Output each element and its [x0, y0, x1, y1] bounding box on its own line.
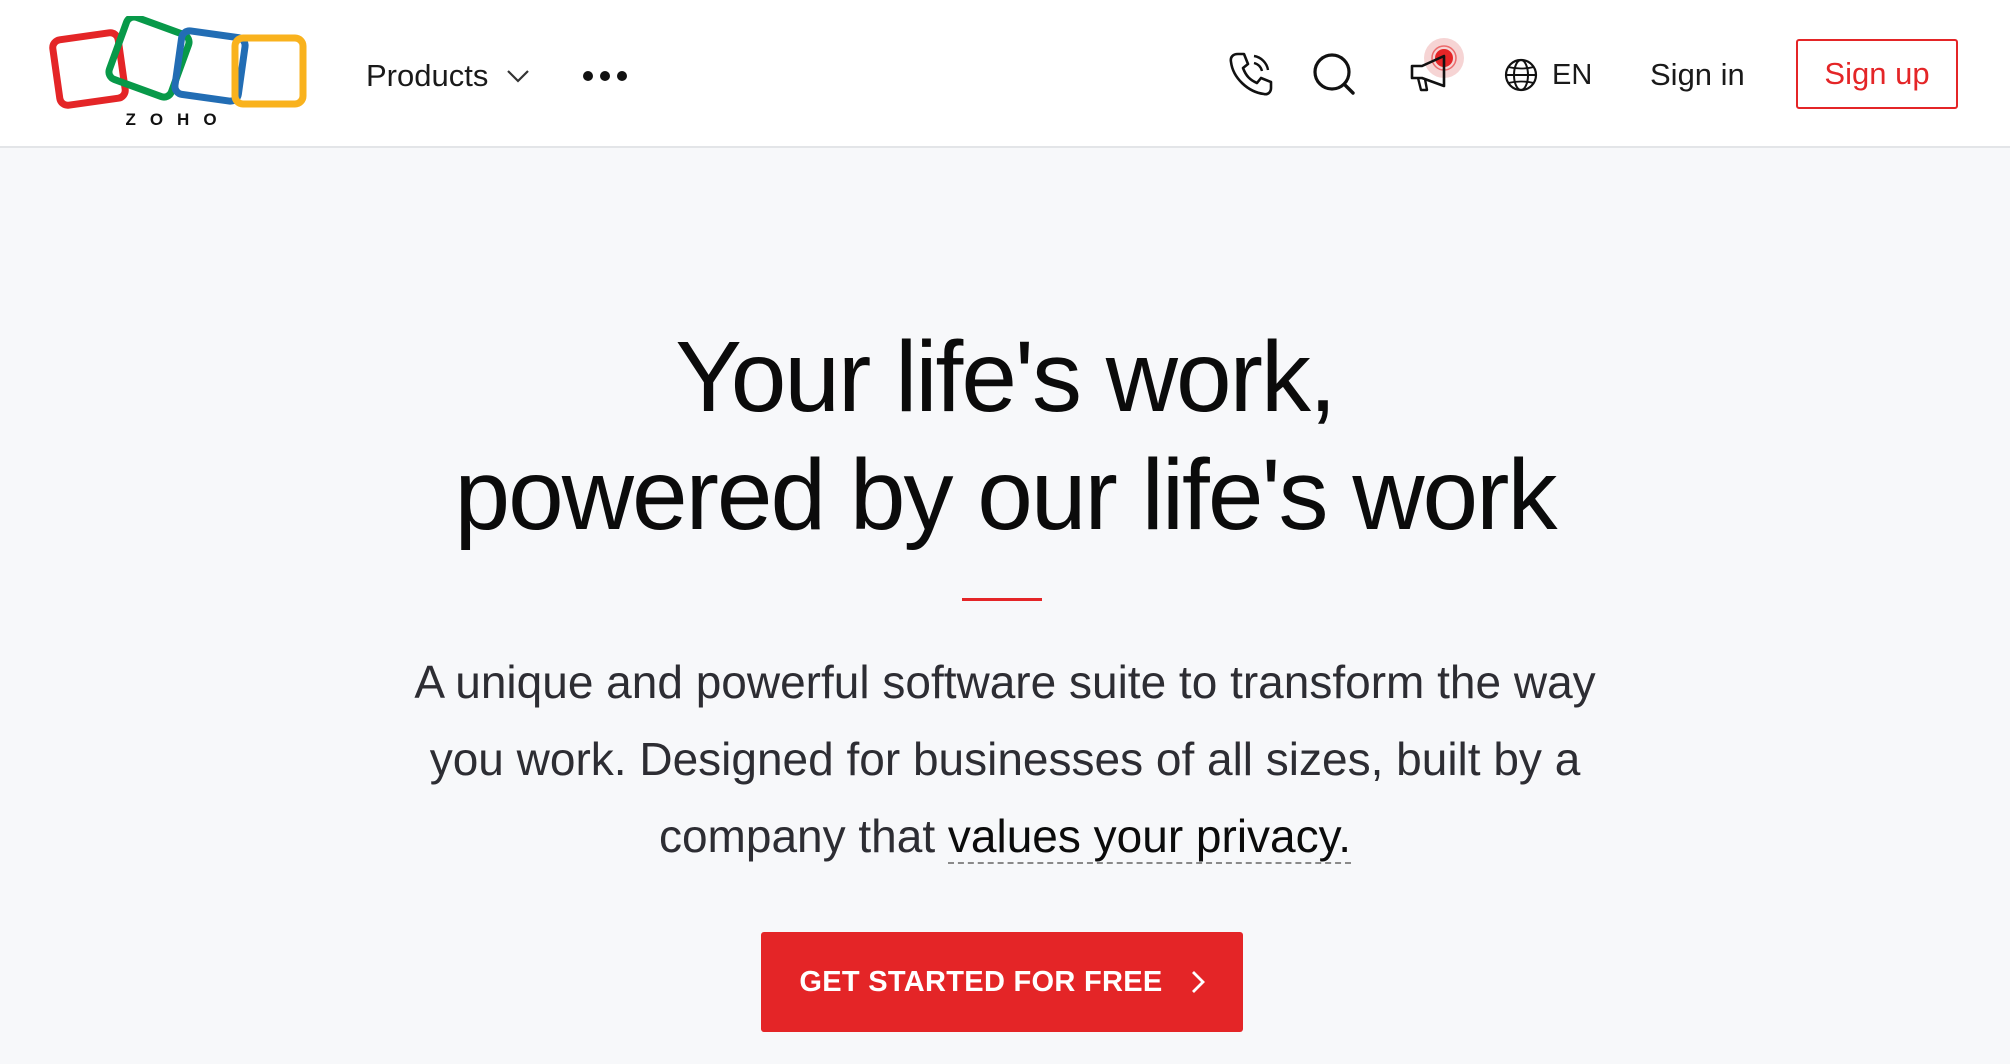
logo-wordmark: ZOHO [125, 110, 230, 129]
products-label: Products [366, 58, 489, 93]
globe-icon [1504, 58, 1538, 92]
announcements-button[interactable] [1400, 34, 1472, 100]
chevron-down-icon [507, 70, 530, 83]
search-icon [1313, 53, 1355, 95]
hero-subtitle: A unique and powerful software suite to … [400, 644, 1610, 875]
zoho-logo[interactable]: ZOHO [46, 16, 310, 134]
contact-phone-button[interactable] [1224, 48, 1276, 100]
hero-title: Your life's work, powered by our life's … [0, 318, 2010, 554]
more-menu-button[interactable] [580, 58, 630, 94]
search-button[interactable] [1308, 48, 1360, 100]
chevron-right-icon [1191, 971, 1205, 993]
products-menu[interactable]: Products [366, 52, 530, 100]
hero-divider [962, 598, 1042, 601]
language-selector[interactable]: EN [1504, 52, 1592, 98]
more-dots-icon [583, 71, 627, 81]
get-started-label: GET STARTED FOR FREE [799, 965, 1163, 998]
privacy-link[interactable]: values your privacy. [947, 810, 1352, 864]
language-code: EN [1552, 58, 1593, 91]
sign-up-button[interactable]: Sign up [1796, 39, 1958, 109]
megaphone-icon [1410, 38, 1464, 92]
hero-title-line-2: powered by our life's work [454, 439, 1558, 551]
phone-icon [1229, 52, 1273, 96]
hero-title-line-1: Your life's work, [675, 321, 1336, 433]
sign-in-link[interactable]: Sign in [1650, 52, 1745, 98]
top-nav-bar: ZOHO Products EN Sign in Sign up [0, 0, 2010, 148]
get-started-button[interactable]: GET STARTED FOR FREE [761, 932, 1243, 1032]
